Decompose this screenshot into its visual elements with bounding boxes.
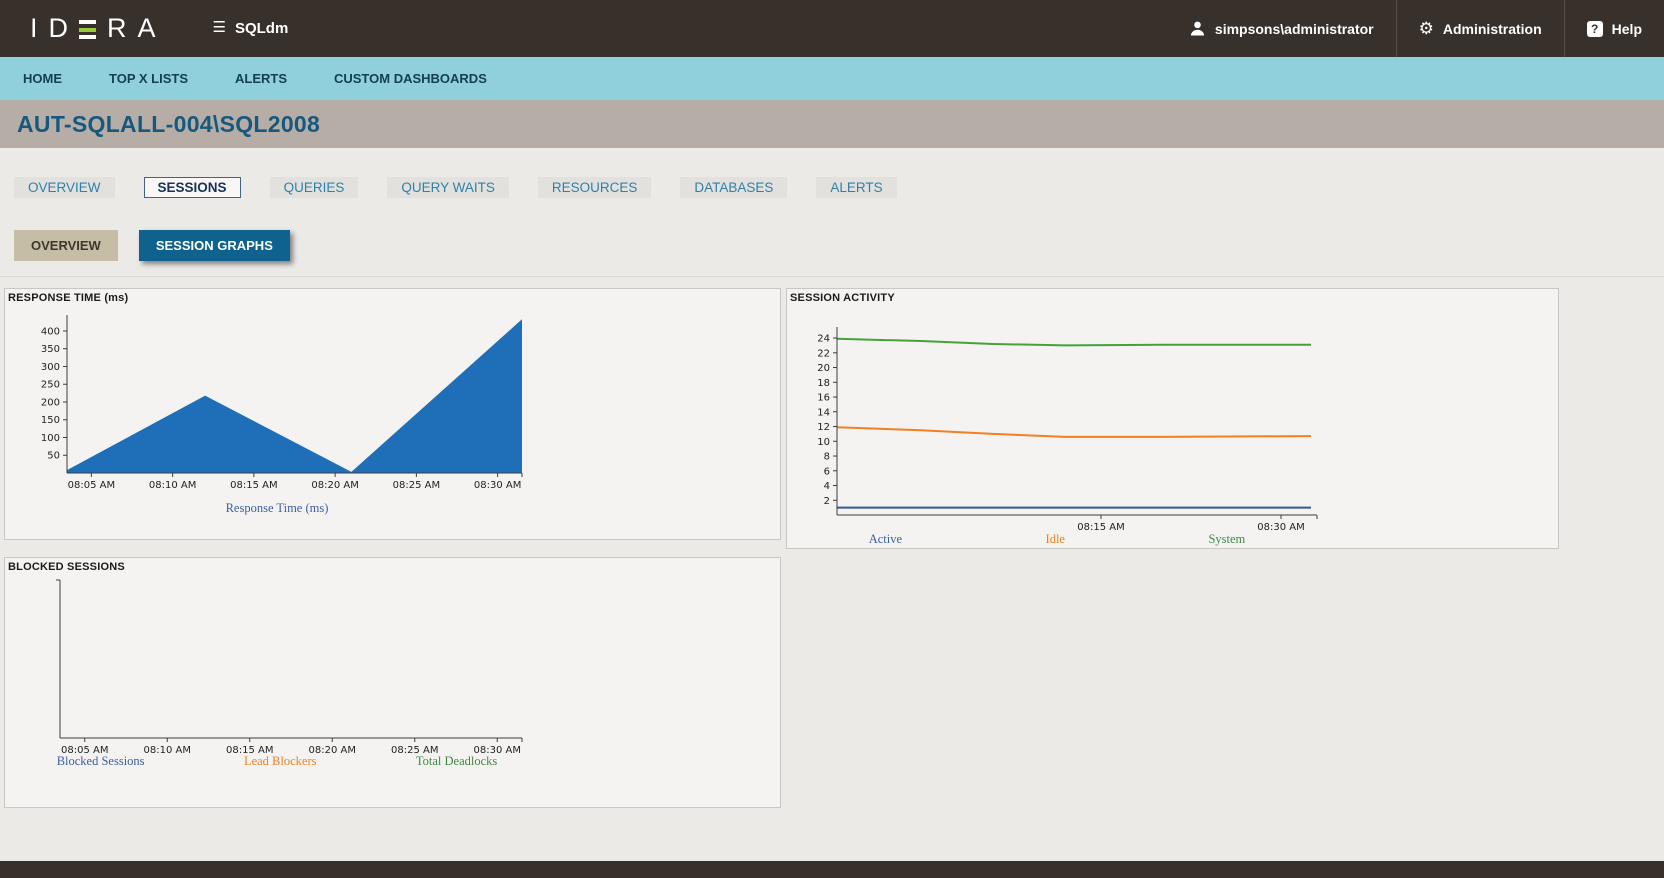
svg-text:08:10 AM: 08:10 AM — [149, 480, 196, 491]
blocked-sessions-legend-item: Blocked Sessions — [56, 754, 145, 768]
svg-text:300: 300 — [41, 362, 60, 373]
blocked-sessions-legend-item: Total Deadlocks — [415, 754, 498, 768]
administration-button[interactable]: ⚙ Administration — [1395, 0, 1564, 57]
svg-text:50: 50 — [47, 451, 60, 462]
svg-text:100: 100 — [41, 433, 60, 444]
svg-text:350: 350 — [41, 344, 60, 355]
blocked-sessions-legend: Blocked Sessions Lead Blockers Total Deadl… — [7, 754, 547, 769]
subtabs-row: OVERVIEW SESSION GRAPHS — [14, 230, 290, 261]
nav-item-top-x-lists[interactable]: TOP X LISTS — [109, 71, 188, 86]
session-activity-panel-title: SESSION ACTIVITY — [790, 292, 895, 304]
logo-letter-e-icon — [79, 20, 96, 39]
session-activity-legend-item: Active — [868, 532, 903, 546]
user-menu[interactable]: simpsons\administrator — [1167, 0, 1396, 57]
user-icon — [1190, 21, 1205, 36]
subtab-overview[interactable]: OVERVIEW — [14, 230, 118, 261]
response-time-legend-item: Response Time (ms) — [225, 501, 329, 515]
svg-text:2: 2 — [824, 496, 830, 507]
svg-text:150: 150 — [41, 415, 60, 426]
response-time-panel-title: RESPONSE TIME (ms) — [8, 292, 129, 304]
tabs-row: OVERVIEW SESSIONS QUERIES QUERY WAITS RE… — [14, 177, 897, 198]
logo-letters-prefix: ID — [30, 13, 79, 43]
help-icon: ? — [1586, 20, 1603, 37]
sqldm-menu-toggle[interactable]: ☰ SQLdm — [213, 20, 289, 37]
content-divider — [0, 276, 1664, 277]
session-activity-chart: 2 4 6 8 10 12 14 16 18 20 22 24 08:15 AM 08:30 AM — [797, 319, 1327, 544]
svg-text:16: 16 — [817, 393, 830, 404]
response-time-legend: Response Time (ms) — [7, 501, 547, 516]
svg-text:18: 18 — [817, 378, 830, 389]
svg-text:08:20 AM: 08:20 AM — [311, 480, 358, 491]
svg-text:24: 24 — [817, 334, 830, 345]
administration-label: Administration — [1442, 20, 1542, 37]
svg-text:6: 6 — [824, 466, 830, 477]
svg-text:08:15 AM: 08:15 AM — [230, 480, 277, 491]
app-name-label: SQLdm — [234, 20, 289, 37]
top-right-group: simpsons\administrator ⚙ Administration … — [1167, 0, 1664, 57]
tab-query-waits[interactable]: QUERY WAITS — [387, 177, 509, 198]
help-label: Help — [1611, 20, 1642, 37]
logo-letters-suffix: RA — [107, 13, 167, 43]
top-bar: ID RA ☰ SQLdm simpsons\administrator ⚙ Ad… — [0, 0, 1664, 57]
svg-text:8: 8 — [824, 452, 830, 463]
svg-text:14: 14 — [817, 407, 830, 418]
page-title: AUT-SQLALL-004\SQL2008 — [17, 110, 321, 137]
help-button[interactable]: ? Help — [1563, 0, 1664, 57]
svg-text:22: 22 — [817, 348, 830, 359]
response-time-chart-canvas: 50 100 150 200 250 300 350 400 08:05 AM 08:10 AM 0… — [41, 315, 523, 491]
blocked-sessions-chart-canvas: 08:05 AM 08:10 AM 08:15 AM 08:20 AM 08:25 AM… — [56, 579, 523, 756]
session-activity-legend: Active Idle System — [797, 532, 1317, 547]
blocked-sessions-panel-title: BLOCKED SESSIONS — [8, 561, 125, 573]
svg-text:08:25 AM: 08:25 AM — [393, 480, 440, 491]
response-time-chart: 50 100 150 200 250 300 350 400 08:05 AM 08:10 AM 0… — [7, 305, 547, 506]
bottom-bar — [0, 861, 1664, 878]
tab-sessions[interactable]: SESSIONS — [143, 177, 241, 198]
title-bar: AUT-SQLALL-004\SQL2008 — [0, 100, 1664, 148]
panel-response-time: RESPONSE TIME (ms) 50 100 150 200 250 300 350 4… — [4, 288, 781, 540]
blocked-sessions-chart: 08:05 AM 08:10 AM 08:15 AM 08:20 AM 08:25 AM… — [7, 574, 547, 771]
session-activity-legend-item: Idle — [1045, 532, 1065, 546]
panel-session-activity: SESSION ACTIVITY 2 4 6 8 10 12 14 16 18 20 22 24 08:… — [786, 288, 1559, 549]
idera-logo[interactable]: ID RA — [30, 13, 167, 44]
user-name-label: simpsons\administrator — [1214, 20, 1374, 37]
svg-text:20: 20 — [817, 363, 830, 374]
session-activity-legend-item: System — [1208, 532, 1246, 546]
hamburger-icon: ☰ — [212, 19, 226, 36]
svg-text:4: 4 — [824, 481, 830, 492]
gear-icon: ⚙ — [1418, 18, 1434, 39]
nav-item-custom-dashboards[interactable]: CUSTOM DASHBOARDS — [334, 71, 487, 86]
tab-resources[interactable]: RESOURCES — [537, 177, 652, 198]
app-root: ID RA ☰ SQLdm simpsons\administrator ⚙ Ad… — [0, 0, 1664, 878]
main-nav: HOME TOP X LISTS ALERTS CUSTOM DASHBOARD… — [0, 57, 1664, 100]
subtab-session-graphs[interactable]: SESSION GRAPHS — [138, 230, 290, 261]
svg-text:400: 400 — [41, 326, 60, 337]
tab-alerts[interactable]: ALERTS — [816, 177, 897, 198]
panel-blocked-sessions: BLOCKED SESSIONS 08:05 AM 08:10 AM 08:15 A… — [4, 557, 781, 808]
svg-text:12: 12 — [817, 422, 830, 433]
tab-databases[interactable]: DATABASES — [680, 177, 788, 198]
nav-item-alerts[interactable]: ALERTS — [235, 71, 287, 86]
svg-text:10: 10 — [817, 437, 830, 448]
svg-text:200: 200 — [41, 397, 60, 408]
tab-queries[interactable]: QUERIES — [269, 177, 359, 198]
svg-text:250: 250 — [41, 380, 60, 391]
svg-text:08:05 AM: 08:05 AM — [68, 480, 115, 491]
blocked-sessions-legend-item: Lead Blockers — [243, 754, 317, 768]
svg-text:08:30 AM: 08:30 AM — [474, 480, 521, 491]
tab-overview[interactable]: OVERVIEW — [14, 177, 115, 198]
nav-item-home[interactable]: HOME — [23, 71, 62, 86]
session-activity-chart-canvas: 2468101214161820222408:15 AM 08:30 AM — [817, 327, 1318, 533]
